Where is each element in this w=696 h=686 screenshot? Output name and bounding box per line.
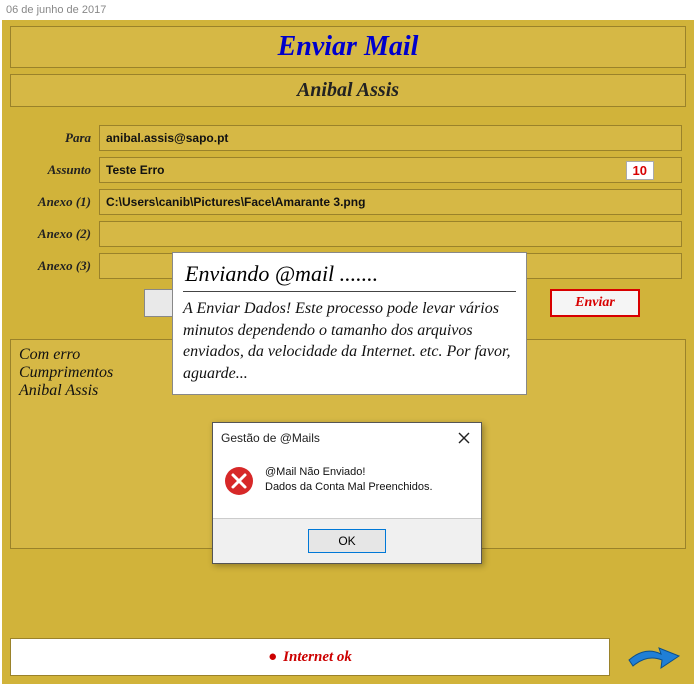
status-text: Internet ok (283, 649, 352, 666)
status-bar: ● Internet ok (10, 638, 610, 676)
subtitle-bar: Anibal Assis (10, 74, 686, 107)
sending-dialog: Enviando @mail ....... A Enviar Dados! E… (172, 252, 527, 395)
page-subtitle: Anibal Assis (11, 79, 685, 102)
msgbox-titlebar: Gestão de @Mails (213, 423, 481, 453)
anexo1-input[interactable] (99, 189, 682, 215)
next-arrow-button[interactable] (622, 638, 686, 676)
msgbox-content: @Mail Não Enviado! Dados da Conta Mal Pr… (213, 453, 481, 518)
assunto-counter: 10 (626, 161, 654, 180)
assunto-input[interactable] (99, 157, 682, 183)
msgbox-title: Gestão de @Mails (221, 431, 320, 445)
sending-title: Enviando @mail ....... (183, 257, 516, 291)
sending-body: A Enviar Dados! Este processo pode levar… (183, 291, 516, 384)
error-icon (223, 465, 255, 500)
status-dot-icon: ● (268, 649, 277, 666)
msgbox-close-button[interactable] (455, 429, 473, 447)
msgbox-ok-button[interactable]: OK (308, 529, 386, 553)
date-label: 06 de junho de 2017 (0, 0, 696, 20)
title-bar: Enviar Mail (10, 26, 686, 68)
status-row: ● Internet ok (10, 638, 686, 676)
row-assunto: Assunto 10 (14, 157, 682, 183)
assunto-label: Assunto (14, 162, 99, 178)
anexo3-label: Anexo (3) (14, 258, 99, 274)
msgbox-line2: Dados da Conta Mal Preenchidos. (265, 480, 433, 495)
anexo2-label: Anexo (2) (14, 226, 99, 242)
para-label: Para (14, 130, 99, 146)
msgbox-line1: @Mail Não Enviado! (265, 465, 433, 480)
msgbox-footer: OK (213, 518, 481, 563)
enviar-button[interactable]: Enviar (550, 289, 640, 317)
row-para: Para (14, 125, 682, 151)
row-anexo1: Anexo (1) (14, 189, 682, 215)
close-icon (458, 432, 470, 444)
error-msgbox: Gestão de @Mails @Mail Não Enviado! Dado… (212, 422, 482, 564)
para-input[interactable] (99, 125, 682, 151)
anexo1-label: Anexo (1) (14, 194, 99, 210)
page-title: Enviar Mail (11, 31, 685, 63)
row-anexo2: Anexo (2) (14, 221, 682, 247)
anexo2-input[interactable] (99, 221, 682, 247)
msgbox-text: @Mail Não Enviado! Dados da Conta Mal Pr… (265, 465, 433, 496)
arrow-right-icon (625, 640, 683, 674)
